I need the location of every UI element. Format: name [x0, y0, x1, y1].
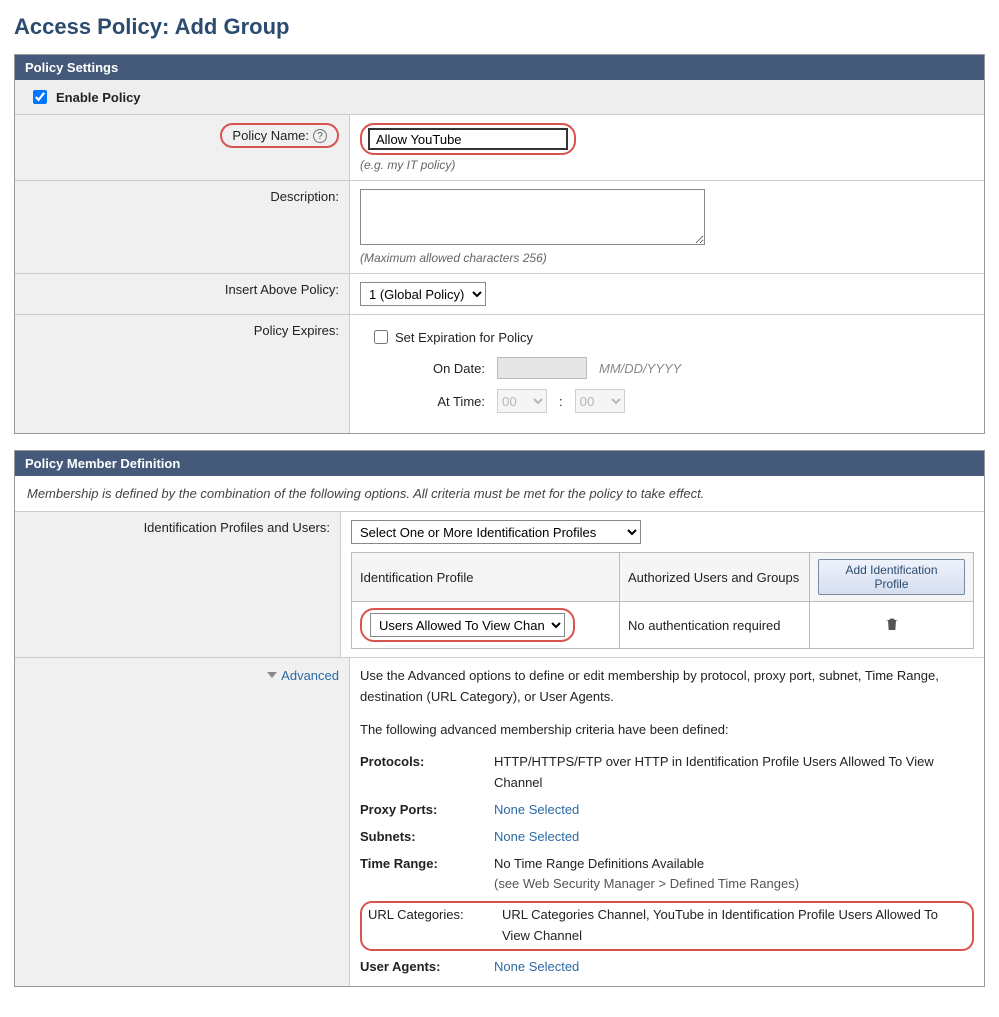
table-row: Users Allowed To View Channel No authent… — [352, 602, 974, 649]
member-intro-text: Membership is defined by the combination… — [15, 476, 984, 512]
insert-above-row: Insert Above Policy: 1 (Global Policy) — [15, 274, 984, 315]
advanced-intro1: Use the Advanced options to define or ed… — [360, 666, 974, 708]
advanced-intro2: The following advanced membership criter… — [360, 720, 974, 741]
insert-above-label: Insert Above Policy: — [15, 274, 350, 314]
col-add-button: Add Identification Profile — [810, 553, 974, 602]
url-categories-value: URL Categories Channel, YouTube in Ident… — [502, 905, 966, 947]
set-expiration-label: Set Expiration for Policy — [395, 330, 533, 345]
id-profiles-selector[interactable]: Select One or More Identification Profil… — [351, 520, 641, 544]
proxy-ports-value[interactable]: None Selected — [494, 800, 974, 821]
time-range-label: Time Range: — [360, 854, 480, 896]
protocols-value: HTTP/HTTPS/FTP over HTTP in Identificati… — [494, 752, 974, 794]
chevron-down-icon — [267, 672, 277, 678]
set-expiration-checkbox[interactable] — [374, 330, 388, 344]
policy-expires-row: Policy Expires: Set Expiration for Polic… — [15, 315, 984, 433]
id-profiles-table: Identification Profile Authorized Users … — [351, 552, 974, 649]
expire-minute-select: 00 — [575, 389, 625, 413]
advanced-criteria-grid: Protocols: HTTP/HTTPS/FTP over HTTP in I… — [360, 752, 974, 895]
policy-name-input[interactable] — [368, 128, 568, 150]
id-profiles-row: Identification Profiles and Users: Selec… — [15, 512, 984, 658]
advanced-toggle[interactable]: Advanced — [267, 668, 339, 683]
url-categories-row: URL Categories: URL Categories Channel, … — [360, 901, 974, 951]
expire-date-input — [497, 357, 587, 379]
policy-name-row: Policy Name: ? (e.g. my IT policy) — [15, 115, 984, 181]
date-format-hint: MM/DD/YYYY — [599, 361, 681, 376]
protocols-label: Protocols: — [360, 752, 480, 794]
policy-settings-header: Policy Settings — [15, 55, 984, 80]
enable-policy-row: Enable Policy — [15, 80, 984, 115]
col-identification-profile: Identification Profile — [352, 553, 620, 602]
table-header-row: Identification Profile Authorized Users … — [352, 553, 974, 602]
policy-expires-label: Policy Expires: — [15, 315, 350, 433]
policy-expires-value-cell: Set Expiration for Policy On Date: MM/DD… — [350, 315, 984, 433]
user-agents-label: User Agents: — [360, 957, 480, 978]
description-hint: (Maximum allowed characters 256) — [360, 251, 974, 265]
policy-settings-panel: Policy Settings Enable Policy Policy Nam… — [14, 54, 985, 434]
policy-name-label-cell: Policy Name: ? — [15, 115, 350, 180]
advanced-row: Advanced Use the Advanced options to def… — [15, 658, 984, 986]
id-profiles-value-cell: Select One or More Identification Profil… — [341, 512, 984, 657]
enable-policy-label: Enable Policy — [56, 90, 141, 105]
description-textarea[interactable] — [360, 189, 705, 245]
time-range-value: No Time Range Definitions Available (see… — [494, 854, 974, 896]
advanced-label-cell: Advanced — [15, 658, 350, 986]
col-authorized-users: Authorized Users and Groups — [620, 553, 810, 602]
proxy-ports-label: Proxy Ports: — [360, 800, 480, 821]
policy-name-label: Policy Name: — [232, 128, 309, 143]
member-definition-header: Policy Member Definition — [15, 451, 984, 476]
url-categories-label: URL Categories: — [368, 905, 488, 947]
time-colon: : — [559, 394, 563, 409]
subnets-value[interactable]: None Selected — [494, 827, 974, 848]
expire-hour-select: 00 — [497, 389, 547, 413]
insert-above-value-cell: 1 (Global Policy) — [350, 274, 984, 314]
add-identification-profile-button[interactable]: Add Identification Profile — [818, 559, 965, 595]
policy-name-value-cell: (e.g. my IT policy) — [350, 115, 984, 180]
description-row: Description: (Maximum allowed characters… — [15, 181, 984, 274]
policy-name-hint: (e.g. my IT policy) — [360, 158, 974, 172]
enable-policy-checkbox[interactable] — [33, 90, 47, 104]
description-label: Description: — [15, 181, 350, 273]
on-date-label: On Date: — [420, 361, 485, 376]
id-profiles-label: Identification Profiles and Users: — [15, 512, 341, 657]
advanced-content: Use the Advanced options to define or ed… — [350, 658, 984, 986]
member-definition-panel: Policy Member Definition Membership is d… — [14, 450, 985, 987]
page-title: Access Policy: Add Group — [14, 14, 985, 40]
description-value-cell: (Maximum allowed characters 256) — [350, 181, 984, 273]
subnets-label: Subnets: — [360, 827, 480, 848]
trash-icon[interactable] — [884, 616, 900, 632]
at-time-label: At Time: — [420, 394, 485, 409]
auth-text: No authentication required — [620, 602, 810, 649]
profile-row-select[interactable]: Users Allowed To View Channel — [370, 613, 565, 637]
user-agents-value[interactable]: None Selected — [494, 957, 974, 978]
insert-above-select[interactable]: 1 (Global Policy) — [360, 282, 486, 306]
help-icon[interactable]: ? — [313, 129, 327, 143]
